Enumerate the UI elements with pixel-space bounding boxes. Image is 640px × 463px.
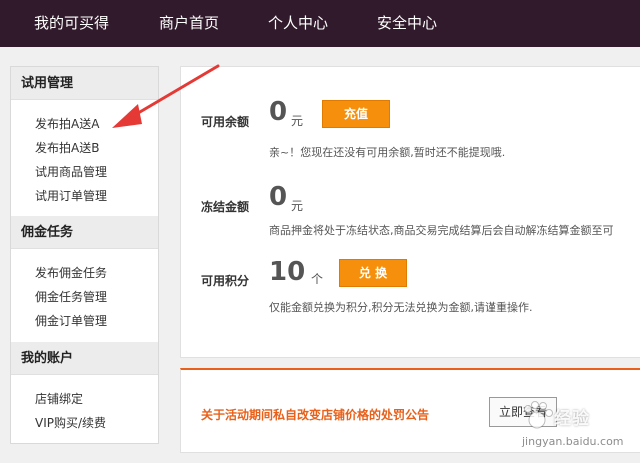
annotation-arrow-icon	[112, 64, 220, 128]
paw-logo-icon	[524, 401, 553, 429]
baidu-jingyan-watermark: 经验 jingyan.baidu.com	[520, 399, 632, 459]
watermark-url: jingyan.baidu.com	[522, 435, 624, 448]
watermark-logo-text: 经验	[554, 409, 590, 429]
